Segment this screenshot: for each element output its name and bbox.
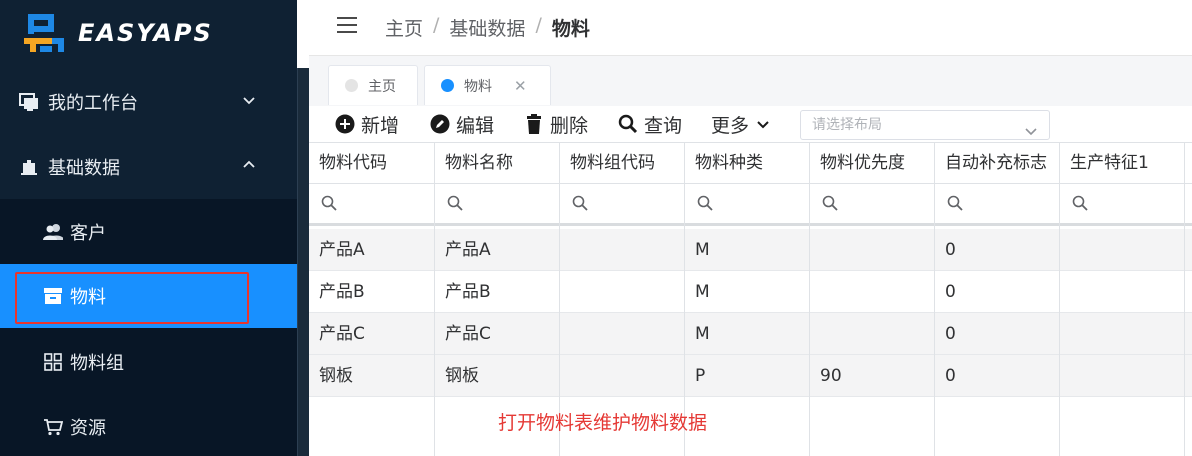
column-filter[interactable] <box>435 184 463 226</box>
table-cell[interactable]: 钢板 <box>435 355 479 397</box>
submenu-item-resource[interactable]: 资源 <box>0 395 297 456</box>
column-filter[interactable] <box>685 184 713 226</box>
column-header[interactable]: 物料种类 <box>685 142 810 184</box>
tab-material[interactable]: 物料 ✕ <box>424 65 551 105</box>
chevron-down-icon <box>1025 119 1037 136</box>
table-cell[interactable]: 0 <box>935 229 956 271</box>
layout-select[interactable]: 请选择布局 <box>800 110 1050 140</box>
plus-circle-icon <box>335 114 355 134</box>
column-header[interactable]: 生产特征1 <box>1060 142 1185 184</box>
submenu-item-customer[interactable]: 客户 <box>0 200 297 264</box>
table-cell[interactable]: P <box>685 355 705 397</box>
trash-icon <box>524 114 544 134</box>
logo-text: EASYAPS <box>78 19 213 47</box>
column-header[interactable]: 自动补充标志 <box>935 142 1060 184</box>
grid-icon <box>42 351 64 373</box>
tabs-bar: 主页 物料 ✕ <box>309 56 1192 106</box>
edit-icon <box>430 114 450 134</box>
more-dropdown[interactable]: 更多 <box>711 112 779 137</box>
table-cell[interactable]: M <box>685 271 710 313</box>
table-cell[interactable]: 0 <box>935 313 956 355</box>
breadcrumb: 主页 / 基础数据 / 物料 <box>385 14 590 41</box>
table-cell[interactable]: 产品C <box>309 313 365 355</box>
query-button[interactable]: 查询 <box>618 112 682 137</box>
table-cell[interactable]: 产品C <box>435 313 491 355</box>
logo-mark-icon <box>22 10 68 56</box>
search-icon <box>1072 195 1088 215</box>
search-icon <box>697 195 713 215</box>
chevron-down-icon <box>241 92 257 108</box>
material-grid: 物料代码 物料名称 物料组代码 物料种类 物料优先度 自动补充标志 生产特征1 … <box>309 142 1192 456</box>
column-filter[interactable] <box>560 184 588 226</box>
tab-status-dot <box>441 79 454 92</box>
search-icon <box>618 114 638 134</box>
sidebar: EASYAPS 我的工作台 基础数据 客户 物料 物料组 资源 <box>0 0 297 456</box>
submenu-item-material-group[interactable]: 物料组 <box>0 330 297 394</box>
toolbar: 新增 编辑 删除 查询 更多 请选择布局 <box>309 106 1192 142</box>
table-cell[interactable]: 0 <box>935 355 956 397</box>
add-button[interactable]: 新增 <box>335 112 399 137</box>
delete-button[interactable]: 删除 <box>524 112 588 137</box>
column-header[interactable]: 物料代码 <box>309 142 435 184</box>
submenu-label: 客户 <box>70 223 106 244</box>
column-header[interactable]: 物料优先度 <box>810 142 935 184</box>
menu-basic-data[interactable]: 基础数据 <box>0 135 297 199</box>
top-header: 主页 / 基础数据 / 物料 <box>309 0 1192 56</box>
column-header[interactable]: 物料名称 <box>435 142 560 184</box>
table-cell[interactable]: M <box>685 313 710 355</box>
breadcrumb-item[interactable]: 主页 <box>385 14 423 41</box>
breadcrumb-item[interactable]: 基础数据 <box>449 14 525 41</box>
column-header[interactable]: 物料组代码 <box>560 142 685 184</box>
table-cell[interactable]: 90 <box>810 355 842 397</box>
users-icon <box>42 221 64 243</box>
submenu-label: 物料组 <box>70 353 124 374</box>
column-filter[interactable] <box>309 184 337 226</box>
app-logo[interactable]: EASYAPS <box>22 10 213 56</box>
search-icon <box>447 195 463 215</box>
column-filter[interactable] <box>810 184 838 226</box>
table-cell[interactable]: 产品A <box>309 229 365 271</box>
table-cell[interactable]: 钢板 <box>309 355 353 397</box>
annotation-text: 打开物料表维护物料数据 <box>498 412 708 434</box>
search-icon <box>947 195 963 215</box>
chevron-up-icon <box>241 157 257 173</box>
tab-status-dot <box>345 79 358 92</box>
chevron-down-icon <box>753 114 773 134</box>
column-filter[interactable] <box>1060 184 1088 226</box>
search-icon <box>321 195 337 215</box>
table-cell[interactable]: 产品B <box>309 271 365 313</box>
table-cell[interactable]: 产品A <box>435 229 491 271</box>
hamburger-icon[interactable] <box>337 17 357 35</box>
tab-label: 主页 <box>368 78 396 95</box>
sidebar-scrollbar[interactable] <box>297 68 309 456</box>
highlight-box <box>15 272 249 324</box>
table-cell[interactable]: 产品B <box>435 271 491 313</box>
breadcrumb-current: 物料 <box>551 18 590 40</box>
menu-my-workbench[interactable]: 我的工作台 <box>0 70 297 134</box>
tab-label: 物料 <box>464 78 492 95</box>
table-cell[interactable]: 0 <box>935 271 956 313</box>
cart-icon <box>42 416 64 438</box>
breadcrumb-separator: / <box>433 14 440 36</box>
submenu-label: 资源 <box>70 418 106 439</box>
search-icon <box>572 195 588 215</box>
table-cell[interactable]: M <box>685 229 710 271</box>
tab-home[interactable]: 主页 <box>328 65 418 105</box>
workbench-icon <box>18 91 40 113</box>
menu-label: 我的工作台 <box>48 93 138 114</box>
search-icon <box>822 195 838 215</box>
building-icon <box>18 156 40 178</box>
column-filter[interactable] <box>935 184 963 226</box>
breadcrumb-separator: / <box>535 14 542 36</box>
edit-button[interactable]: 编辑 <box>430 112 494 137</box>
menu-label: 基础数据 <box>48 158 120 179</box>
layout-select-placeholder: 请选择布局 <box>812 117 882 133</box>
close-icon[interactable]: ✕ <box>514 77 527 95</box>
